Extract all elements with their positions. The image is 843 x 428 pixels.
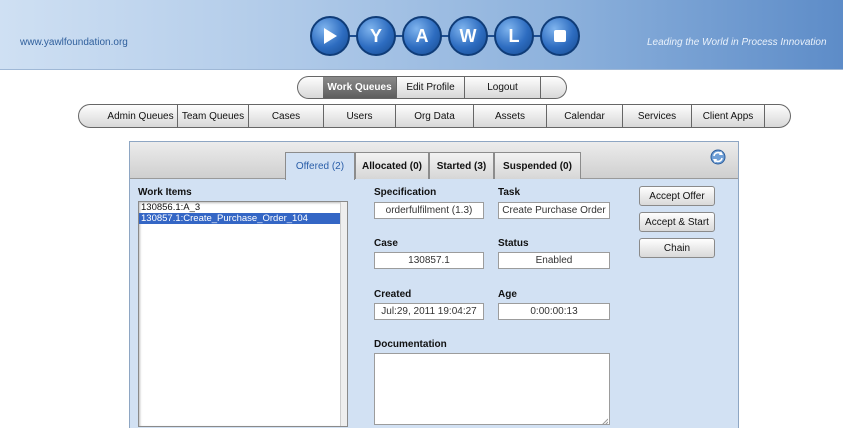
work-queue-panel: Offered (2) Allocated (0) Started (3) Su…: [129, 141, 739, 428]
age-label: Age: [498, 289, 517, 300]
header-banner: www.yawlfoundation.org Y A W L Leading t…: [0, 0, 843, 70]
documentation-label: Documentation: [374, 339, 447, 350]
nav-cap-left: [297, 76, 323, 99]
chain-button[interactable]: Chain: [639, 238, 715, 258]
nav-edit-profile[interactable]: Edit Profile: [397, 76, 465, 99]
nav-calendar[interactable]: Calendar: [547, 104, 623, 128]
task-label: Task: [498, 187, 521, 198]
top-nav: Work Queues Edit Profile Logout: [297, 76, 567, 99]
admin-nav-cap-right: [765, 104, 791, 128]
task-field: Create Purchase Order: [498, 202, 610, 219]
refresh-icon[interactable]: [710, 149, 726, 165]
accept-offer-button[interactable]: Accept Offer: [639, 186, 715, 206]
logo-letter-a: A: [402, 16, 442, 56]
nav-assets[interactable]: Assets: [474, 104, 547, 128]
tab-suspended[interactable]: Suspended (0): [494, 152, 581, 179]
specification-label: Specification: [374, 187, 437, 198]
created-field: Jul:29, 2011 19:04:27: [374, 303, 484, 320]
nav-users[interactable]: Users: [324, 104, 396, 128]
nav-work-queues[interactable]: Work Queues: [323, 76, 397, 99]
stop-icon: [540, 16, 580, 56]
nav-org-data[interactable]: Org Data: [396, 104, 474, 128]
tab-started[interactable]: Started (3): [429, 152, 494, 179]
age-field: 0:00:00:13: [498, 303, 610, 320]
play-icon: [310, 16, 350, 56]
logo-letter-w: W: [448, 16, 488, 56]
nav-logout[interactable]: Logout: [465, 76, 541, 99]
case-field: 130857.1: [374, 252, 484, 269]
nav-cases[interactable]: Cases: [249, 104, 324, 128]
nav-cap-right: [541, 76, 567, 99]
nav-admin-queues[interactable]: Admin Queues: [104, 104, 178, 128]
created-label: Created: [374, 289, 412, 300]
admin-nav-cap-left: [78, 104, 104, 128]
tagline: Leading the World in Process Innovation: [647, 37, 827, 48]
status-label: Status: [498, 238, 529, 249]
queue-tab-bar: Offered (2) Allocated (0) Started (3) Su…: [130, 142, 738, 180]
yawl-logo: Y A W L: [310, 10, 580, 62]
documentation-textarea[interactable]: [374, 353, 610, 425]
specification-field: orderfulfilment (1.3): [374, 202, 484, 219]
list-item-selected[interactable]: 130857.1:Create_Purchase_Order_104: [139, 213, 347, 224]
logo-letter-y: Y: [356, 16, 396, 56]
work-items-list[interactable]: 130856.1:A_3 130857.1:Create_Purchase_Or…: [138, 201, 348, 427]
resize-grip-icon[interactable]: [601, 416, 609, 426]
site-url[interactable]: www.yawlfoundation.org: [20, 37, 128, 48]
tab-allocated[interactable]: Allocated (0): [355, 152, 429, 179]
work-items-label: Work Items: [138, 187, 192, 198]
admin-nav: Admin Queues Team Queues Cases Users Org…: [78, 104, 791, 128]
nav-team-queues[interactable]: Team Queues: [178, 104, 249, 128]
accept-and-start-button[interactable]: Accept & Start: [639, 212, 715, 232]
nav-services[interactable]: Services: [623, 104, 692, 128]
case-label: Case: [374, 238, 398, 249]
status-field: Enabled: [498, 252, 610, 269]
queue-tabs: Offered (2) Allocated (0) Started (3) Su…: [285, 152, 581, 180]
logo-letter-l: L: [494, 16, 534, 56]
tab-offered[interactable]: Offered (2): [285, 152, 355, 180]
nav-client-apps[interactable]: Client Apps: [692, 104, 765, 128]
list-item[interactable]: 130856.1:A_3: [139, 202, 347, 213]
list-scrollbar[interactable]: [340, 202, 347, 426]
